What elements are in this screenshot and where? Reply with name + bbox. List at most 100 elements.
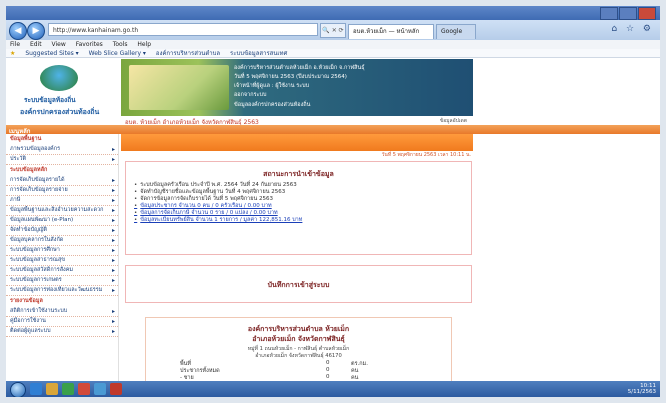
url-input[interactable]: http://www.kanhainam.go.th [48,23,318,36]
sidebar-item[interactable]: การจัดเก็บข้อมูลรายจ่าย ▸ [6,186,118,196]
favorite-link[interactable]: ระบบข้อมูลสารสนเทศ [230,50,287,57]
login-record-box: บันทึกการเข้าสู่ระบบ [125,265,472,303]
favorite-link[interactable]: Suggested Sites ▾ [25,50,78,57]
sidebar-item[interactable]: สถิติการเข้าใช้งานระบบ ▸ [6,307,118,317]
stat-value: 0 [326,360,330,366]
orange-banner [121,134,473,151]
banner-strip: อบต. ห้วยเม็ก อำเภอห้วยเม็ก จังหวัดกาฬสิ… [121,116,473,126]
sidebar-item[interactable]: คู่มือการใช้งาน ▸ [6,317,118,327]
address-bar-row: ◀ ▶ http://www.kanhainam.go.th 🔍 ✕ ⟳ อบต… [6,20,660,40]
stat-row: ประชากรทั้งหมด 0 คน [146,367,451,374]
menu-view[interactable]: View [52,41,66,48]
favorite-link[interactable]: องค์การบริหารส่วนตำบล [156,50,220,57]
chevron-right-icon: ▸ [111,328,115,335]
sidebar-item[interactable]: จัดทำข้อบัญญัติ ▸ [6,226,118,236]
menu-tools[interactable]: Tools [113,41,128,48]
news-link[interactable]: ข้อมูลทะเบียนทรัพย์สิน จำนวน 1 รายการ / … [134,217,302,224]
windows-start-icon[interactable] [10,382,26,397]
menu-bar: File Edit View Favorites Tools Help [6,40,660,49]
chevron-right-icon: ▸ [111,207,115,214]
chevron-right-icon: ▸ [111,217,115,224]
news-item: จัดการข้อมูลการจัดเก็บรายได้ วันที่ 5 พฤ… [134,196,302,203]
sidebar-item[interactable]: ระบบข้อมูลสาธารณสุข ▸ [6,256,118,266]
site-logo-area: ระบบข้อมูลท้องถิ่น องค์กรปกครองส่วนท้องถ… [6,59,121,125]
sidebar-item[interactable]: ข้อมูลพื้นฐานและสิ่งอำนวยความสะดวก ▸ [6,206,118,216]
stat-value: 0 [326,367,330,373]
sidebar-label: ระบบข้อมูลสาธารณสุข [10,257,66,263]
sidebar-section-heading: รายงานข้อมูล [6,296,118,307]
menu-favorites[interactable]: Favorites [76,41,103,48]
menu-header-bar: เมนูหลัก [6,125,660,135]
update-text: ข้อมูลอัปเดต [439,118,467,124]
sidebar-label: ภาษี [10,197,21,203]
news-item: จัดทำบัญชีรายชื่อและข้อมูลพื้นฐาน วันที่… [134,189,302,196]
folder-icon[interactable] [46,383,58,395]
browser-icon[interactable] [94,383,106,395]
stats-subtitle: อำเภอห้วยเม็ก จังหวัดกาฬสินธุ์ [252,335,345,343]
sidebar-label: คู่มือการใช้งาน [10,318,46,324]
chevron-right-icon: ▸ [111,287,115,294]
menu-file[interactable]: File [10,41,20,48]
chevron-right-icon: ▸ [111,277,115,284]
menu-edit[interactable]: Edit [30,41,42,48]
sidebar-item[interactable]: ภาษี ▸ [6,196,118,206]
close-button[interactable] [638,7,656,20]
sidebar-label: การจัดเก็บข้อมูลรายได้ [10,177,65,183]
media-icon[interactable] [78,383,90,395]
sidebar-label: การจัดเก็บข้อมูลรายจ่าย [10,187,68,193]
sidebar-item[interactable]: ติดต่อผู้ดูแลระบบ ▸ [6,327,118,337]
stat-unit: คน [351,375,359,381]
minimize-button[interactable] [600,7,618,20]
tab-active[interactable]: อบต.ห้วยเม็ก — หน้าหลัก [348,24,434,39]
ie-icon[interactable] [30,383,42,395]
chevron-right-icon: ▸ [111,237,115,244]
sidebar-label: ติดต่อผู้ดูแลระบบ [10,328,51,334]
sidebar-item[interactable]: ข้อมูลแผนพัฒนา (e-Plan) ▸ [6,216,118,226]
system-tray-clock[interactable]: 10:11 5/11/2563 [628,383,656,395]
sidebar-item[interactable]: ระบบข้อมูลสวัสดิการสังคม ▸ [6,266,118,276]
news-link[interactable]: ข้อมูลประชากร จำนวน 0 คน / 0 ครัวเรือน /… [134,203,302,210]
url-tools[interactable]: 🔍 ✕ ⟳ [320,23,346,38]
pdf-icon[interactable] [110,383,122,395]
sidebar-item[interactable]: ข้อมูลบุคลากรในสังกัด ▸ [6,236,118,246]
header-banner: องค์การบริหารส่วนตำบลห้วยเม็ก อ.ห้วยเม็ก… [121,59,473,116]
sidebar-item[interactable]: การจัดเก็บข้อมูลรายได้ ▸ [6,176,118,186]
window-controls [599,7,656,20]
sidebar-item[interactable]: ระบบข้อมูลการท่องเที่ยวและวัฒนธรรม ▸ [6,286,118,296]
taskbar: 10:11 5/11/2563 [6,381,660,397]
tab-inactive[interactable]: Google [436,24,476,39]
sidebar-label: สถิติการเข้าใช้งานระบบ [10,308,68,314]
browser-toolbar-icons[interactable]: ⌂ ☆ ⚙ [611,24,654,34]
sidebar-item[interactable]: ประวัติ ▸ [6,155,118,165]
chevron-right-icon: ▸ [111,308,115,315]
sidebar-item[interactable]: ระบบข้อมูลการเกษตร ▸ [6,276,118,286]
favorite-link[interactable]: Web Slice Gallery ▾ [89,50,146,57]
sidebar-menu: ข้อมูลพื้นฐาน ภาพรวมข้อมูลองค์กร ▸ ประวัติ ▸… [6,134,119,381]
maximize-button[interactable] [619,7,637,20]
news-list: ระบบข้อมูลครัวเรือน ประจำปี พ.ศ. 2564 วั… [134,182,302,224]
forward-arrow-icon[interactable]: ▶ [27,22,45,40]
banner-image [129,65,229,110]
favorites-star-icon[interactable]: ★ [10,50,15,57]
sidebar-label: จัดทำข้อบัญญัติ [10,227,48,233]
app-icon[interactable] [62,383,74,395]
sidebar-item[interactable]: ภาพรวมข้อมูลองค์กร ▸ [6,145,118,155]
logo-title: ระบบข้อมูลท้องถิ่น [24,96,76,104]
sidebar-label: ประวัติ [10,156,27,162]
back-arrow-icon[interactable]: ◀ [9,22,27,40]
login-record-title: บันทึกการเข้าสู่ระบบ [267,281,330,289]
site-logo-icon[interactable] [40,65,78,91]
sidebar-label: ระบบข้อมูลสวัสดิการสังคม [10,267,74,273]
tray-date: 5/11/2563 [627,389,656,395]
news-link[interactable]: ข้อมูลการจัดเก็บภาษี จำนวน 0 ราย / 0 แปล… [134,210,302,217]
chevron-right-icon: ▸ [111,197,115,204]
right-pane [473,134,660,381]
logout-link[interactable]: ออกจากระบบ [234,91,266,99]
menu-help[interactable]: Help [137,41,151,48]
chevron-right-icon: ▸ [111,177,115,184]
web-page: ระบบข้อมูลท้องถิ่น องค์กรปกครองส่วนท้องถ… [6,59,660,381]
chevron-right-icon: ▸ [111,247,115,254]
chevron-right-icon: ▸ [111,156,115,163]
sidebar-item[interactable]: ระบบข้อมูลการศึกษา ▸ [6,246,118,256]
org-stats-card: องค์การบริหารส่วนตำบล ห้วยเม็ก อำเภอห้วย… [145,317,452,381]
